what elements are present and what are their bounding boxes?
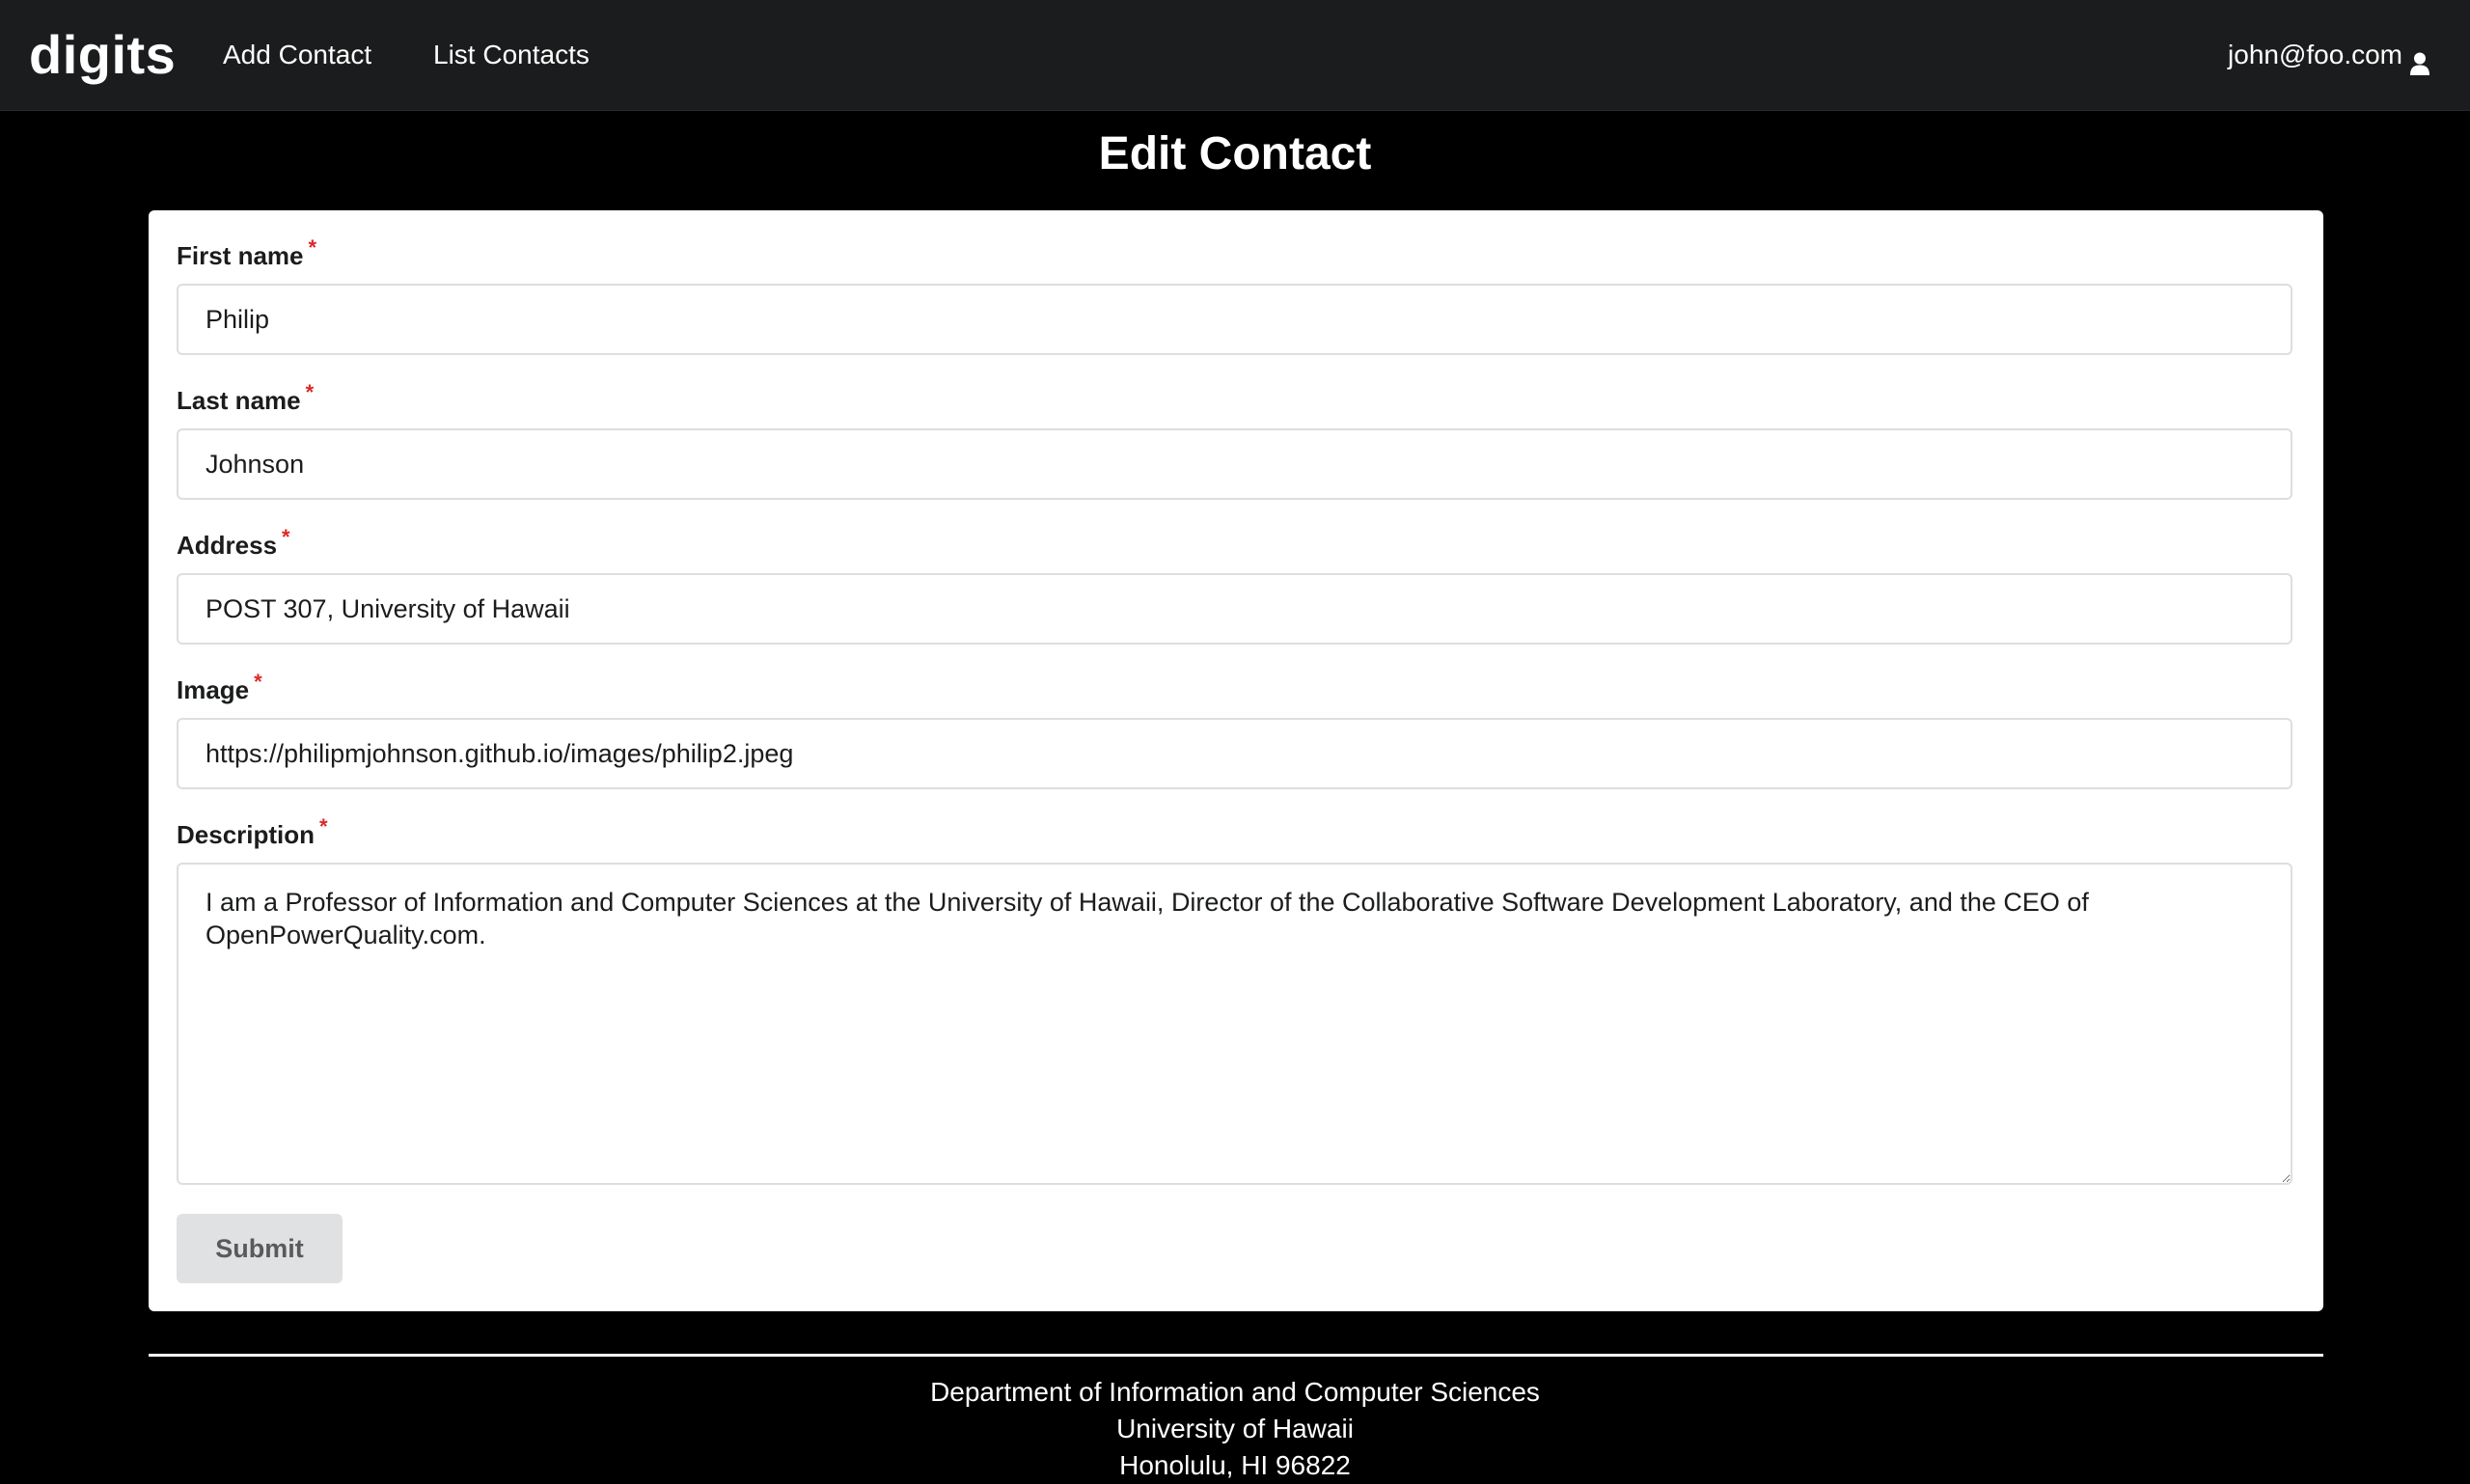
address-label-text: Address bbox=[177, 531, 278, 560]
first-name-label: First name * bbox=[177, 235, 316, 274]
top-navbar: digits Add Contact List Contacts john@fo… bbox=[0, 0, 2470, 110]
brand-logo[interactable]: digits bbox=[29, 19, 176, 91]
last-name-input[interactable] bbox=[177, 428, 2292, 500]
required-marker: * bbox=[282, 525, 290, 549]
nav-list-contacts[interactable]: List Contacts bbox=[433, 32, 590, 78]
image-url-input[interactable] bbox=[177, 718, 2292, 789]
footer-department: Department of Information and Computer S… bbox=[930, 1377, 1540, 1407]
footer-university: University of Hawaii bbox=[1116, 1414, 1354, 1443]
last-name-label-text: Last name bbox=[177, 386, 301, 415]
footer: Department of Information and Computer S… bbox=[0, 1374, 2470, 1484]
user-icon bbox=[2410, 43, 2429, 75]
first-name-input[interactable] bbox=[177, 284, 2292, 355]
first-name-label-text: First name bbox=[177, 241, 304, 270]
page-title: Edit Contact bbox=[1098, 128, 1372, 179]
address-label: Address * bbox=[177, 525, 290, 563]
description-textarea[interactable]: I am a Professor of Information and Comp… bbox=[177, 863, 2292, 1185]
address-input[interactable] bbox=[177, 573, 2292, 645]
submit-button[interactable]: Submit bbox=[177, 1214, 343, 1283]
footer-divider bbox=[149, 1354, 2323, 1357]
description-label-text: Description bbox=[177, 820, 316, 849]
required-marker: * bbox=[308, 235, 317, 260]
image-label-text: Image bbox=[177, 675, 250, 704]
edit-contact-form: First name* Last name* Address* Image* D… bbox=[149, 210, 2323, 1311]
description-label: Description * bbox=[177, 814, 328, 853]
user-email: john@foo.com bbox=[2228, 40, 2402, 69]
required-marker: * bbox=[254, 670, 262, 694]
required-marker: * bbox=[305, 380, 315, 404]
user-menu[interactable]: john@foo.com bbox=[2228, 32, 2429, 78]
required-marker: * bbox=[319, 814, 328, 838]
nav-add-contact[interactable]: Add Contact bbox=[223, 32, 371, 78]
footer-address: Honolulu, HI 96822 bbox=[1119, 1450, 1351, 1480]
image-label: Image * bbox=[177, 670, 262, 708]
last-name-label: Last name * bbox=[177, 380, 314, 419]
